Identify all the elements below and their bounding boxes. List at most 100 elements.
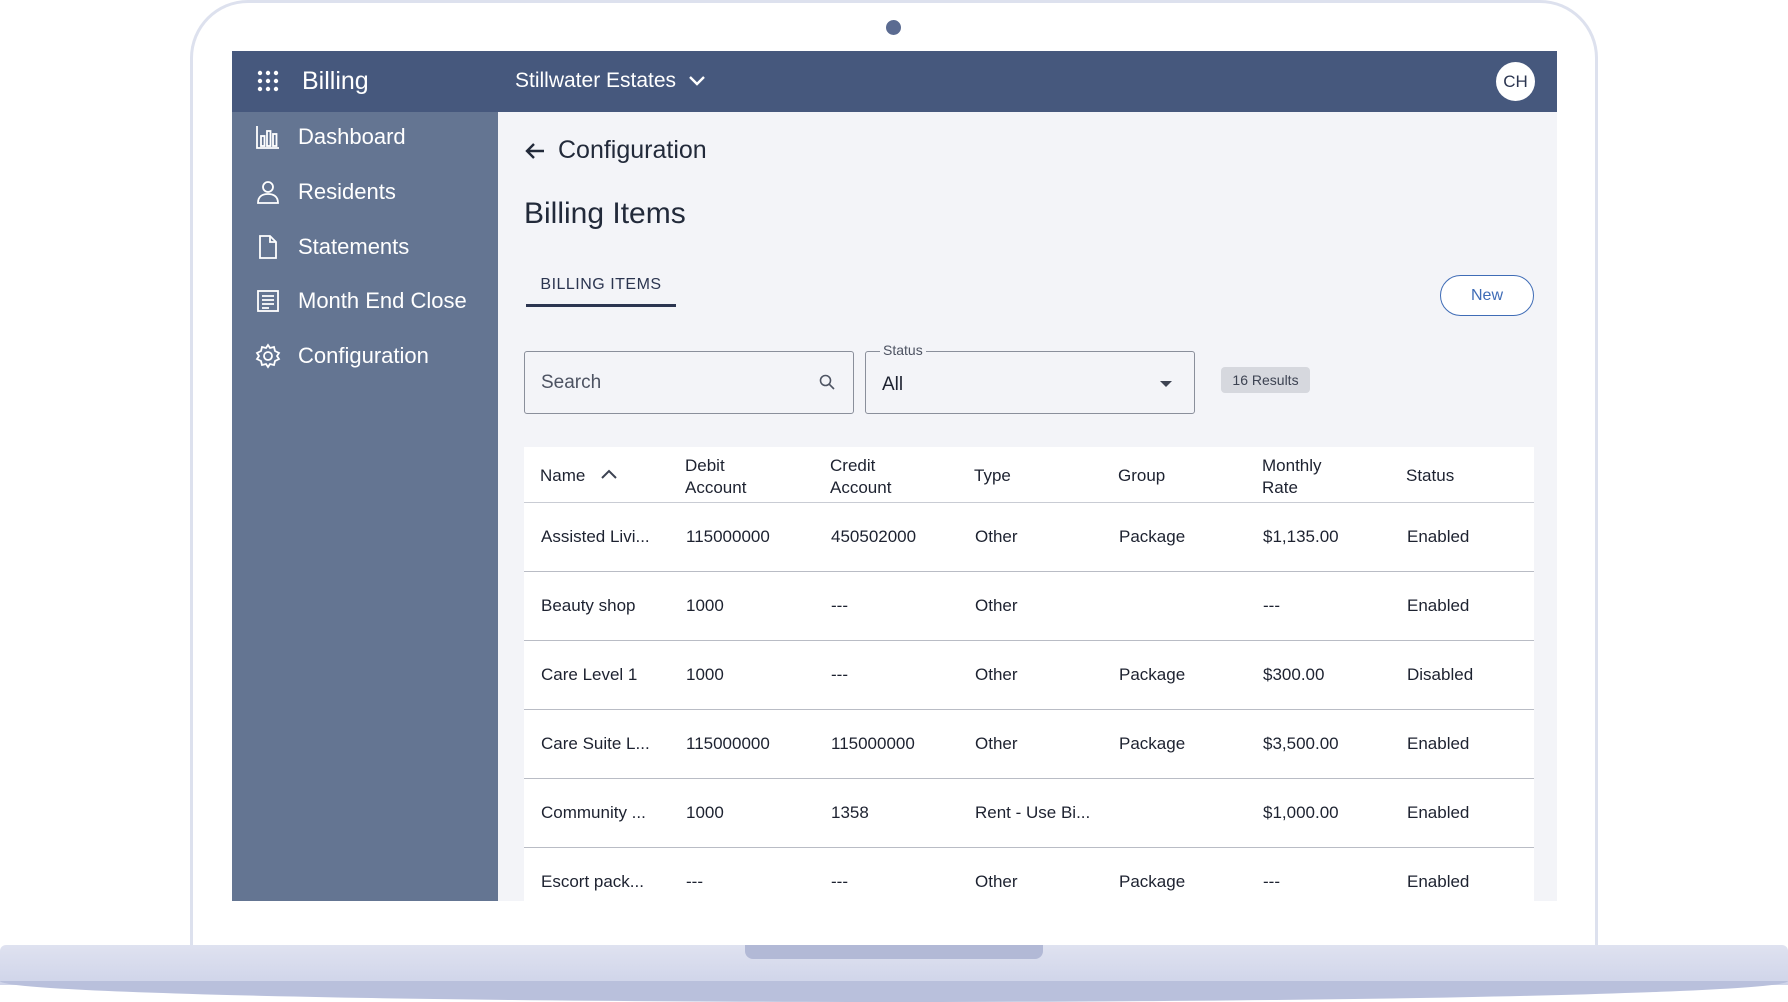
table-header: Name Debit Account Credit Account Type G… bbox=[524, 447, 1534, 503]
sidebar-item-label: Configuration bbox=[298, 343, 429, 368]
arrow-left-icon bbox=[525, 142, 544, 159]
cell-debit-account: 115000000 bbox=[686, 734, 770, 753]
cell-status: Enabled bbox=[1407, 872, 1470, 891]
column-header-label: Debit bbox=[685, 456, 725, 475]
column-header-name[interactable]: Name bbox=[540, 465, 585, 487]
tab-billing-items[interactable]: BILLING ITEMS bbox=[526, 273, 676, 307]
cell-type: Rent - Use Bi... bbox=[975, 803, 1091, 822]
new-button[interactable]: New bbox=[1440, 275, 1534, 316]
cell-group: Package bbox=[1119, 665, 1186, 684]
cell-credit-account: --- bbox=[831, 665, 848, 684]
cell-monthly-rate: $1,000.00 bbox=[1263, 803, 1339, 822]
column-header-group[interactable]: Group bbox=[1118, 465, 1165, 487]
cell-name: Escort pack... bbox=[541, 872, 644, 891]
back-link-label: Configuration bbox=[558, 136, 707, 164]
top-bar: Billing Stillwater Estates CH bbox=[232, 51, 1557, 112]
results-count-badge: 16 Results bbox=[1221, 367, 1310, 393]
cell-debit-account: 1000 bbox=[686, 596, 724, 615]
cell-type: Other bbox=[975, 734, 1018, 753]
laptop-notch bbox=[745, 945, 1043, 959]
sidebar-item-dashboard[interactable]: Dashboard bbox=[232, 112, 498, 162]
cell-name: Beauty shop bbox=[541, 596, 636, 615]
column-header-label: Group bbox=[1118, 466, 1166, 485]
user-avatar[interactable]: CH bbox=[1496, 62, 1535, 101]
caret-down-icon bbox=[1160, 381, 1172, 387]
apps-grid-icon[interactable] bbox=[256, 69, 280, 93]
sidebar-item-month-end-close[interactable]: Month End Close bbox=[232, 276, 498, 326]
sidebar-item-label: Statements bbox=[298, 234, 410, 259]
column-header-debit-account[interactable]: Debit Account bbox=[685, 455, 746, 499]
search-icon[interactable] bbox=[819, 374, 835, 390]
column-header-label: Account bbox=[685, 478, 747, 497]
cell-monthly-rate: $300.00 bbox=[1263, 665, 1325, 684]
column-header-label: Name bbox=[540, 466, 586, 485]
cell-name: Community ... bbox=[541, 803, 646, 822]
cell-debit-account: --- bbox=[686, 872, 703, 891]
sidebar: Dashboard Residents Statements Month End… bbox=[232, 112, 498, 901]
page-title: Billing Items bbox=[524, 197, 686, 230]
table-row[interactable]: Beauty shop 1000 --- Other --- Enabled bbox=[524, 572, 1534, 641]
cell-status: Enabled bbox=[1407, 596, 1470, 615]
facility-selector[interactable]: Stillwater Estates bbox=[515, 69, 706, 93]
status-dropdown-value: All bbox=[882, 374, 904, 395]
facility-label: Stillwater Estates bbox=[515, 69, 677, 92]
search-field[interactable] bbox=[524, 351, 854, 414]
cell-group: Package bbox=[1119, 872, 1186, 891]
sidebar-item-configuration[interactable]: Configuration bbox=[232, 331, 498, 381]
sidebar-item-label: Month End Close bbox=[298, 288, 467, 313]
chevron-down-icon bbox=[689, 76, 705, 86]
cell-status: Disabled bbox=[1407, 665, 1474, 684]
table-row[interactable]: Assisted Livi... 115000000 450502000 Oth… bbox=[524, 503, 1534, 572]
column-header-label: Monthly bbox=[1262, 456, 1322, 475]
cell-credit-account: 450502000 bbox=[831, 527, 917, 546]
document-icon bbox=[259, 235, 277, 259]
search-input[interactable] bbox=[541, 372, 801, 394]
cell-name: Assisted Livi... bbox=[541, 527, 650, 546]
cell-group: Package bbox=[1119, 734, 1186, 753]
cell-name: Care Suite L... bbox=[541, 734, 650, 753]
main-content: Configuration Billing Items BILLING ITEM… bbox=[498, 112, 1557, 901]
table-row[interactable]: Community ... 1000 1358 Rent - Use Bi...… bbox=[524, 779, 1534, 848]
cell-debit-account: 1000 bbox=[686, 803, 724, 822]
cell-credit-account: --- bbox=[831, 872, 848, 891]
column-header-monthly-rate[interactable]: Monthly Rate bbox=[1262, 455, 1322, 499]
person-icon bbox=[257, 181, 279, 204]
status-dropdown[interactable]: Status All bbox=[865, 342, 1195, 414]
back-link[interactable]: Configuration bbox=[524, 136, 707, 165]
sidebar-item-residents[interactable]: Residents bbox=[232, 167, 498, 217]
sidebar-item-label: Dashboard bbox=[298, 124, 406, 149]
cell-debit-account: 1000 bbox=[686, 665, 724, 684]
sort-ascending-icon[interactable] bbox=[600, 468, 618, 480]
cell-credit-account: 1358 bbox=[831, 803, 869, 822]
ledger-icon bbox=[257, 290, 279, 312]
app-title: Billing bbox=[302, 67, 369, 95]
cell-monthly-rate: $3,500.00 bbox=[1263, 734, 1339, 753]
cell-name: Care Level 1 bbox=[541, 665, 638, 684]
table-row[interactable]: Care Level 1 1000 --- Other Package $300… bbox=[524, 641, 1534, 710]
cell-monthly-rate: --- bbox=[1263, 872, 1280, 891]
column-header-type[interactable]: Type bbox=[974, 465, 1011, 487]
status-dropdown-label: Status bbox=[880, 342, 926, 358]
cell-monthly-rate: $1,135.00 bbox=[1263, 527, 1339, 546]
sidebar-item-statements[interactable]: Statements bbox=[232, 222, 498, 272]
table-row[interactable]: Care Suite L... 115000000 115000000 Othe… bbox=[524, 710, 1534, 779]
cell-credit-account: 115000000 bbox=[831, 734, 915, 753]
gear-icon bbox=[255, 343, 281, 369]
table-row[interactable]: Escort pack... --- --- Other Package ---… bbox=[524, 848, 1534, 901]
cell-type: Other bbox=[975, 527, 1018, 546]
app-screen: Billing Stillwater Estates CH Dashboard bbox=[232, 51, 1557, 901]
cell-status: Enabled bbox=[1407, 527, 1470, 546]
column-header-credit-account[interactable]: Credit Account bbox=[830, 455, 891, 499]
column-header-label: Status bbox=[1406, 466, 1455, 485]
column-header-label: Credit bbox=[830, 456, 876, 475]
laptop-base-bottom bbox=[0, 981, 1788, 1002]
camera-dot bbox=[886, 20, 901, 35]
cell-type: Other bbox=[975, 665, 1018, 684]
column-header-status[interactable]: Status bbox=[1406, 465, 1454, 487]
cell-type: Other bbox=[975, 596, 1018, 615]
sidebar-item-label: Residents bbox=[298, 179, 396, 204]
cell-type: Other bbox=[975, 872, 1018, 891]
column-header-label: Rate bbox=[1262, 478, 1298, 497]
billing-items-table: Name Debit Account Credit Account Type G… bbox=[524, 447, 1534, 901]
column-header-label: Account bbox=[830, 478, 892, 497]
